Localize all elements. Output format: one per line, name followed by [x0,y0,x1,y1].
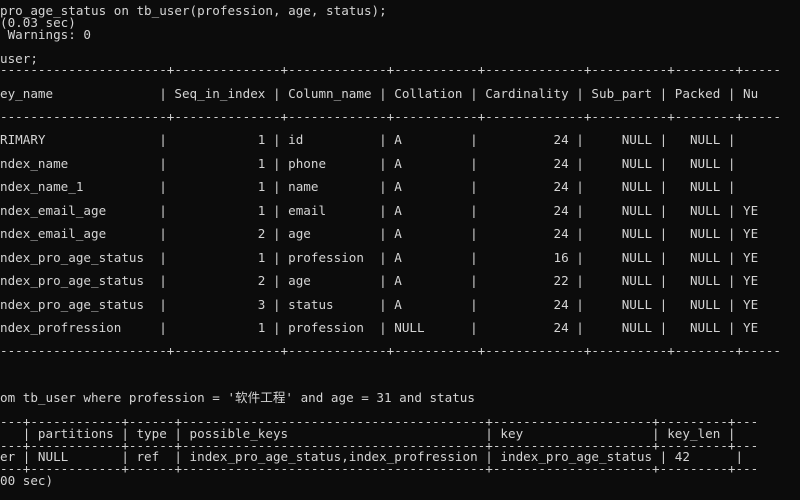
terminal-window[interactable]: pro_age_status on tb_user(profession, ag… [0,0,800,500]
index-table-top-border: ----------------------+--------------+--… [0,62,781,77]
index-table-bottom-border: ----------------------+--------------+--… [0,343,781,358]
index-table-row: ndex_email_age | 2 | age | A | 24 | NULL… [0,226,759,241]
index-table-row: RIMARY | 1 | id | A | 24 | NULL | NULL | [0,132,736,147]
index-table-row: ndex_name_1 | 1 | name | A | 24 | NULL |… [0,179,736,194]
index-table-row: ndex_pro_age_status | 2 | age | A | 22 |… [0,273,759,288]
index-table-row: ndex_profression | 1 | profession | NULL… [0,320,759,335]
explain-query-line: om tb_user where profession = '软件工程' and… [0,390,475,405]
warnings-line: Warnings: 0 [0,27,91,42]
index-table-row: ndex_pro_age_status | 3 | status | A | 2… [0,297,759,312]
rows-in-set-line: 00 sec) [0,473,54,488]
index-table-header-row: ey_name | Seq_in_index | Column_name | C… [0,86,759,101]
index-table-row: ndex_pro_age_status | 1 | profession | A… [0,250,759,265]
index-table-row: ndex_name | 1 | phone | A | 24 | NULL | … [0,156,736,171]
index-table-header-border: ----------------------+--------------+--… [0,109,781,124]
index-table-row: ndex_email_age | 1 | email | A | 24 | NU… [0,203,759,218]
explain-table-bottom-border: ---+------------+------+----------------… [0,461,759,476]
